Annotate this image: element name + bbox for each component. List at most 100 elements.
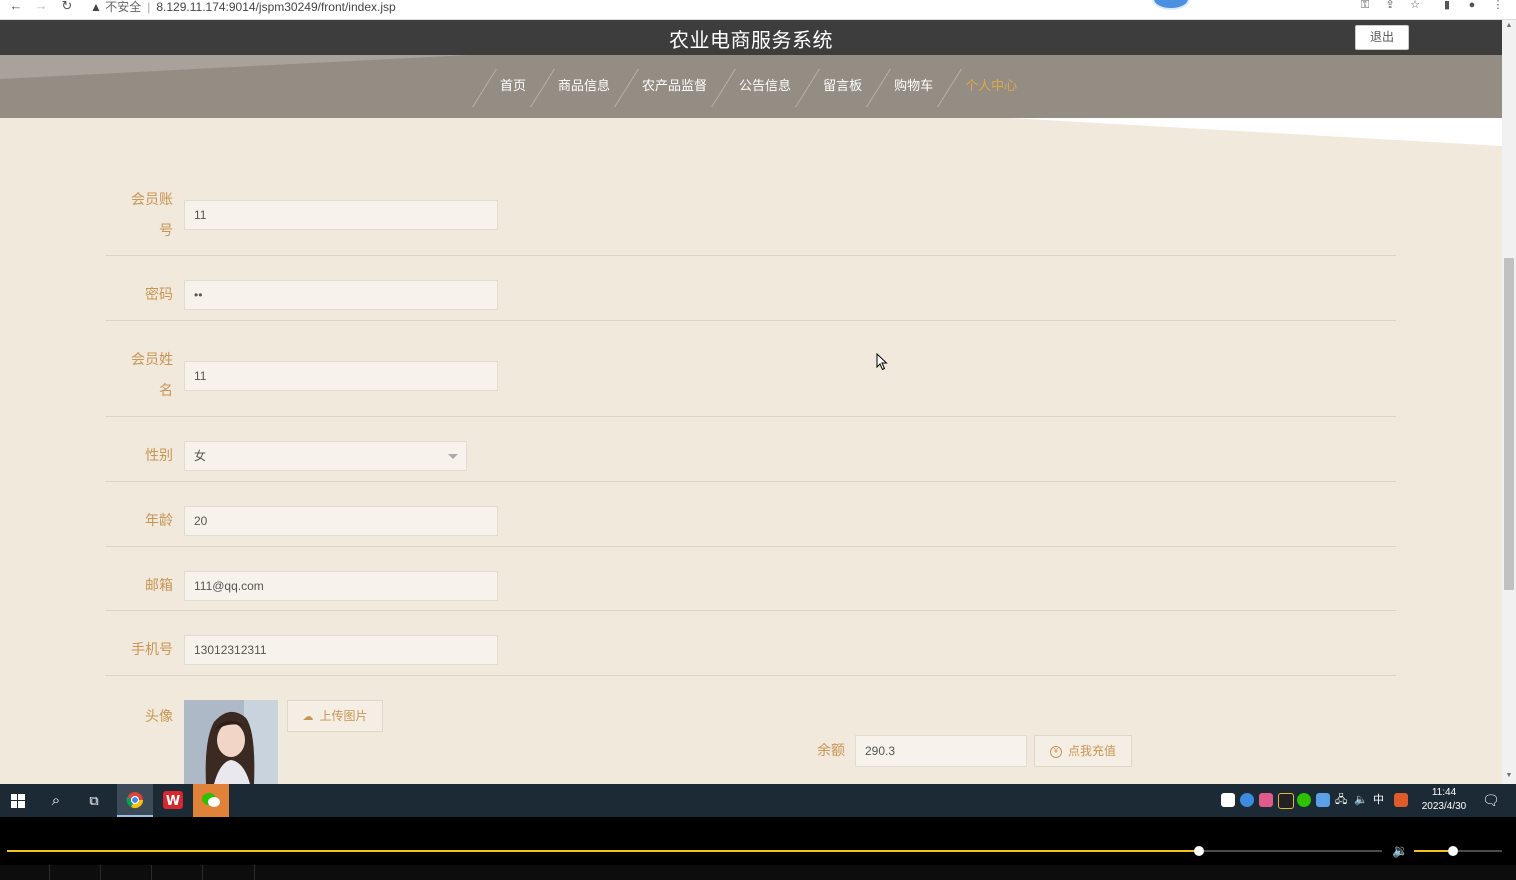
password-label: 密码 [145, 286, 173, 302]
avatar-image [184, 700, 278, 784]
page-scrollbar[interactable]: ▲ ▼ [1502, 20, 1516, 784]
gender-select[interactable]: 女 [184, 441, 467, 471]
scroll-up-icon[interactable]: ▲ [1505, 22, 1513, 29]
warning-icon: ▲ [90, 0, 102, 14]
scroll-down-icon[interactable]: ▼ [1505, 772, 1513, 779]
page-viewport: 农业电商服务系统 退出 首页 商品信息 农产品监督 公告信息 留言板 购物车 个… [0, 20, 1502, 784]
balance-field[interactable]: 290.3 [855, 735, 1027, 767]
chrome-app-icon[interactable] [117, 784, 153, 817]
nav-menu: 首页 商品信息 农产品监督 公告信息 留言板 购物车 个人中心 [484, 55, 1033, 118]
volume-icon[interactable]: 🔈 [1354, 784, 1368, 817]
media-control-3[interactable] [101, 865, 152, 880]
upload-image-button[interactable]: ☁ 上传图片 [287, 700, 383, 732]
avatar-label: 头像 [145, 708, 173, 724]
name-row: 会员姓 名 11 [105, 321, 1396, 417]
account-label: 会员账 号 [105, 184, 173, 246]
volume-slider[interactable] [1414, 846, 1502, 856]
media-control-1[interactable] [0, 865, 50, 880]
star-icon[interactable]: ☆ [1408, 0, 1422, 12]
gender-row: 性别 女 [105, 417, 1396, 482]
mouse-cursor-icon [876, 353, 888, 371]
separator: | [147, 0, 151, 14]
speaker-icon[interactable]: 🔉 [1392, 843, 1408, 859]
security-shield-icon[interactable] [1316, 793, 1330, 807]
wechat-app-icon[interactable] [193, 784, 229, 817]
account-label-line2: 号 [159, 222, 173, 238]
media-controls-strip [0, 865, 1516, 880]
task-view-icon[interactable]: ⧉ [76, 784, 112, 817]
name-label-line1: 会员姓 [131, 351, 173, 367]
tray-app-icon-1[interactable] [1221, 793, 1235, 807]
playback-knob[interactable] [1194, 846, 1205, 856]
forward-icon[interactable]: → [33, 0, 49, 14]
name-label: 会员姓 名 [105, 344, 173, 406]
extension-icon[interactable] [1152, 0, 1190, 10]
nav-item-home[interactable]: 首页 [484, 55, 542, 118]
nav-item-message-board[interactable]: 留言板 [807, 55, 878, 118]
tray-app-icon-2[interactable] [1259, 793, 1273, 807]
scroll-thumb[interactable] [1504, 258, 1514, 590]
nav-bar: 首页 商品信息 农产品监督 公告信息 留言板 购物车 个人中心 [0, 55, 1502, 118]
cloud-upload-icon: ☁ [302, 711, 314, 723]
profile-icon[interactable]: ● [1465, 0, 1479, 12]
name-field[interactable]: 11 [184, 361, 498, 391]
chevron-down-icon [448, 454, 458, 459]
password-row: 密码 •• [105, 256, 1396, 321]
account-field[interactable]: 11 [184, 200, 498, 230]
ime-indicator[interactable]: 中 [1373, 784, 1384, 817]
onedrive-icon[interactable] [1240, 793, 1254, 807]
search-icon[interactable]: ⌕ [38, 784, 74, 817]
taskbar: ⌕ ⧉ W 🖧 🔈 中 11:44 2023/4/30 🗨 [0, 784, 1516, 817]
nav-item-products[interactable]: 商品信息 [542, 55, 626, 118]
menu-icon[interactable]: ⋮ [1491, 0, 1505, 12]
logout-button[interactable]: 退出 [1355, 25, 1409, 50]
back-icon[interactable]: ← [8, 0, 24, 14]
header-sweep-shape [1010, 118, 1502, 146]
nav-item-profile[interactable]: 个人中心 [949, 55, 1033, 118]
network-icon[interactable]: 🖧 [1335, 784, 1347, 817]
address-bar[interactable]: ▲ 不安全 | 8.129.11.174:9014/jspm30249/front/… [90, 0, 396, 15]
playback-progress-fill [7, 850, 1200, 852]
nav-item-cart[interactable]: 购物车 [878, 55, 949, 118]
email-row: 邮箱 111@qq.com [105, 547, 1396, 611]
phone-row: 手机号 13012312311 [105, 611, 1396, 676]
nav-item-supervision[interactable]: 农产品监督 [626, 55, 723, 118]
windows-start-icon[interactable] [0, 784, 36, 817]
wechat-tray-icon[interactable] [1297, 793, 1311, 807]
media-control-5[interactable] [203, 865, 255, 880]
site-header: 农业电商服务系统 退出 [0, 20, 1502, 55]
account-row: 会员账 号 11 [105, 180, 1396, 256]
qq-icon[interactable] [1278, 793, 1294, 809]
recharge-label: 点我充值 [1067, 744, 1116, 758]
reload-icon[interactable]: ↻ [59, 0, 75, 14]
insecure-label: 不安全 [105, 0, 142, 14]
name-label-line2: 名 [159, 382, 173, 398]
recharge-button[interactable]: ¥ 点我充值 [1034, 735, 1132, 767]
gender-label: 性别 [145, 447, 173, 463]
browser-toolbar: ← → ↻ ▲ 不安全 | 8.129.11.174:9014/jspm30249/… [0, 0, 1516, 20]
sidepanel-icon[interactable]: ▮ [1440, 0, 1454, 12]
age-label: 年龄 [145, 512, 173, 528]
avatar-row: 头像 ☁ 上传图片 [105, 700, 505, 784]
nav-item-announcements[interactable]: 公告信息 [723, 55, 807, 118]
age-field[interactable]: 20 [184, 506, 498, 536]
clock[interactable]: 11:44 2023/4/30 [1418, 786, 1470, 814]
avatar-illustration [184, 700, 278, 784]
media-control-4[interactable] [152, 865, 203, 880]
password-field[interactable]: •• [184, 280, 498, 310]
sogou-icon[interactable] [1394, 793, 1408, 807]
gender-selected-value: 女 [194, 449, 207, 463]
svg-text:W: W [166, 794, 180, 809]
share-icon[interactable]: ⇪ [1383, 0, 1397, 12]
volume-knob[interactable] [1447, 846, 1458, 856]
key-icon[interactable]: ⚿ [1358, 0, 1372, 12]
account-label-line1: 会员账 [131, 191, 173, 207]
notification-icon[interactable]: 🗨 [1482, 784, 1500, 817]
coin-icon: ¥ [1049, 745, 1062, 758]
media-control-2[interactable] [50, 865, 101, 880]
playback-progress[interactable] [7, 846, 1382, 856]
wps-app-icon[interactable]: W [155, 784, 191, 817]
email-field[interactable]: 111@qq.com [184, 571, 498, 601]
media-player-bar: 🔉 [0, 817, 1516, 880]
phone-field[interactable]: 13012312311 [184, 635, 498, 665]
